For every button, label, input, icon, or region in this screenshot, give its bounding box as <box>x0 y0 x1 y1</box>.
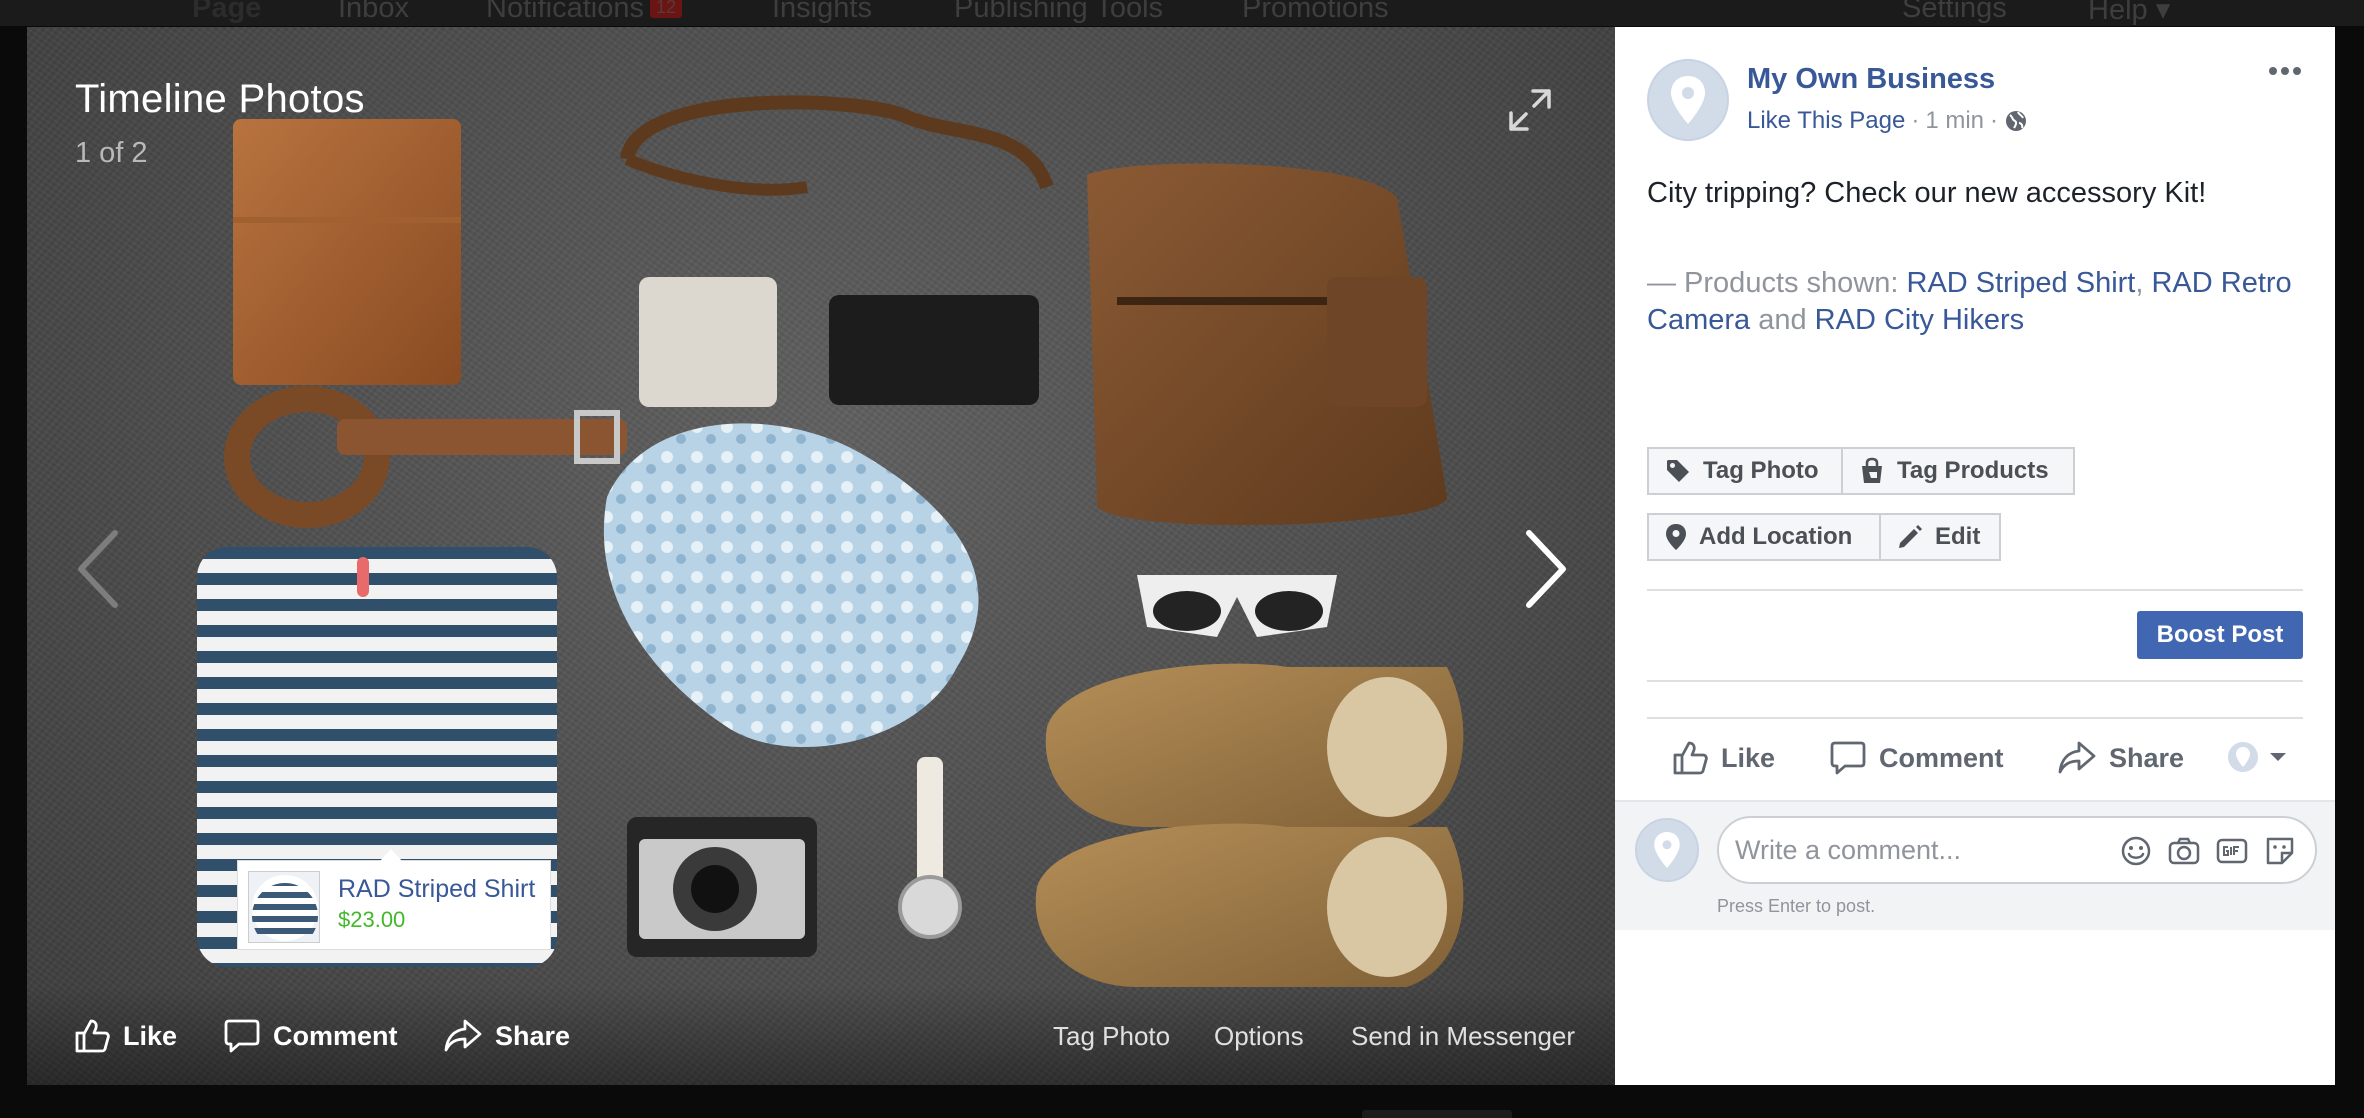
product-tag-popup[interactable]: RAD Striped Shirt $23.00 <box>237 849 551 950</box>
page-name-link[interactable]: My Own Business <box>1747 63 1995 96</box>
camera-icon[interactable] <box>2167 834 2201 868</box>
product-thumbnail[interactable] <box>248 871 320 943</box>
post-as-selector[interactable] <box>2227 741 2289 773</box>
tag-icon <box>1667 460 1689 482</box>
nav-page: Page <box>192 0 262 24</box>
share-icon <box>444 1019 482 1052</box>
products-and: and <box>1750 304 1815 336</box>
post-share-label: Share <box>2109 742 2185 773</box>
comment-icon <box>1830 741 1866 775</box>
viewer-comment-label: Comment <box>273 1020 398 1051</box>
viewer-like-label: Like <box>123 1020 178 1051</box>
like-this-page-link[interactable]: Like This Page <box>1747 107 1905 135</box>
nav-notifications-label: Notifications <box>486 0 644 24</box>
viewer-like-button[interactable]: Like <box>73 1017 177 1055</box>
divider <box>1647 680 2303 682</box>
thumbs-up-icon <box>75 1019 110 1053</box>
edit-label: Edit <box>1935 523 1981 550</box>
viewer-send-in-messenger-link[interactable]: Send in Messenger <box>1351 1021 1575 1052</box>
product-tag-price: $23.00 <box>338 907 406 932</box>
location-pin-icon <box>1671 76 1705 124</box>
thumbs-up-icon <box>1673 741 1708 775</box>
product-tag-name[interactable]: RAD Striped Shirt <box>338 875 535 904</box>
more-options-icon[interactable] <box>2265 59 2305 83</box>
tag-products-button[interactable]: Tag Products <box>1841 447 2075 495</box>
pencil-icon <box>1899 525 1922 548</box>
sticker-icon[interactable] <box>2263 834 2297 868</box>
add-location-label: Add Location <box>1699 523 1853 550</box>
commenter-avatar <box>1635 818 1699 882</box>
meta-separator: · <box>1911 107 1920 134</box>
product-link-city-hikers[interactable]: RAD City Hikers <box>1815 304 2024 336</box>
nav-promotions: Promotions <box>1242 0 1389 24</box>
post-like-button[interactable]: Like <box>1671 739 1775 777</box>
post-timestamp[interactable]: 1 min <box>1925 107 1984 135</box>
post-comment-label: Comment <box>1879 742 2004 773</box>
meta-separator: · <box>1990 107 1999 134</box>
nav-inbox: Inbox <box>338 0 409 24</box>
products-shown: — Products shown: RAD Striped Shirt, RAD… <box>1647 265 2307 339</box>
nav-notifications: Notifications 12 <box>486 0 682 25</box>
tag-products-label: Tag Products <box>1897 457 2049 484</box>
nav-publishing-tools: Publishing Tools <box>954 0 1164 24</box>
chevron-down-icon <box>2270 753 2286 761</box>
background-element <box>1362 1110 1512 1118</box>
nav-settings: Settings <box>1902 0 2007 24</box>
post-meta: Like This Page · 1 min · <box>1747 107 2028 135</box>
expand-icon[interactable] <box>1507 87 1553 133</box>
viewer-options-link[interactable]: Options <box>1214 1021 1304 1052</box>
viewer-share-button[interactable]: Share <box>443 1017 570 1055</box>
products-prefix: — Products shown: <box>1647 267 1907 299</box>
boost-post-button[interactable]: Boost Post <box>2137 611 2303 659</box>
photo-viewer[interactable]: Timeline Photos 1 of 2 RAD Striped Shirt… <box>27 27 1615 1085</box>
photo-counter: 1 of 2 <box>75 137 148 169</box>
post-message: City tripping? Check our new accessory K… <box>1647 177 2207 209</box>
page-avatar[interactable] <box>1647 59 1729 141</box>
add-location-button[interactable]: Add Location <box>1647 513 1881 561</box>
post-share-button[interactable]: Share <box>2057 739 2184 777</box>
gif-icon[interactable] <box>2215 834 2249 868</box>
background-page-nav: Page Inbox Notifications 12 Insights Publ… <box>0 0 2364 26</box>
comment-tools <box>2119 834 2297 868</box>
location-pin-icon <box>1666 524 1686 550</box>
divider <box>1647 589 2303 591</box>
product-link-striped-shirt[interactable]: RAD Striped Shirt <box>1907 267 2136 299</box>
location-pin-icon <box>1654 832 1680 868</box>
chevron-right-icon[interactable] <box>1517 519 1577 619</box>
products-comma: , <box>2135 267 2152 299</box>
post-comment-button[interactable]: Comment <box>1829 739 2004 777</box>
tag-photo-label: Tag Photo <box>1703 457 1819 484</box>
notifications-badge: 12 <box>649 0 682 18</box>
viewer-tag-photo-link[interactable]: Tag Photo <box>1053 1021 1170 1052</box>
post-like-label: Like <box>1721 742 1776 773</box>
comment-input[interactable]: Write a comment... <box>1717 816 2317 884</box>
viewer-comment-button[interactable]: Comment <box>223 1017 398 1055</box>
share-icon <box>2058 741 2096 774</box>
comment-section: Write a comment... Press Enter to post. <box>1615 800 2335 930</box>
comment-icon <box>224 1019 260 1053</box>
post-panel: My Own Business Like This Page · 1 min ·… <box>1615 27 2335 1085</box>
emoji-icon[interactable] <box>2119 834 2153 868</box>
divider <box>1647 717 2303 719</box>
page-avatar-small-icon <box>2228 742 2258 772</box>
comment-placeholder: Write a comment... <box>1735 835 1962 865</box>
viewer-share-label: Share <box>495 1020 571 1051</box>
nav-help: Help ▾ <box>2088 0 2171 26</box>
shopping-bag-icon <box>1862 457 1882 483</box>
striped-shirt-thumbnail <box>249 875 320 941</box>
comment-hint: Press Enter to post. <box>1717 896 1876 916</box>
edit-button[interactable]: Edit <box>1879 513 2001 561</box>
chevron-left-icon[interactable] <box>67 519 127 619</box>
album-title[interactable]: Timeline Photos <box>75 77 365 122</box>
nav-insights: Insights <box>772 0 872 24</box>
tag-photo-button[interactable]: Tag Photo <box>1647 447 1843 495</box>
globe-icon[interactable] <box>2004 109 2028 133</box>
